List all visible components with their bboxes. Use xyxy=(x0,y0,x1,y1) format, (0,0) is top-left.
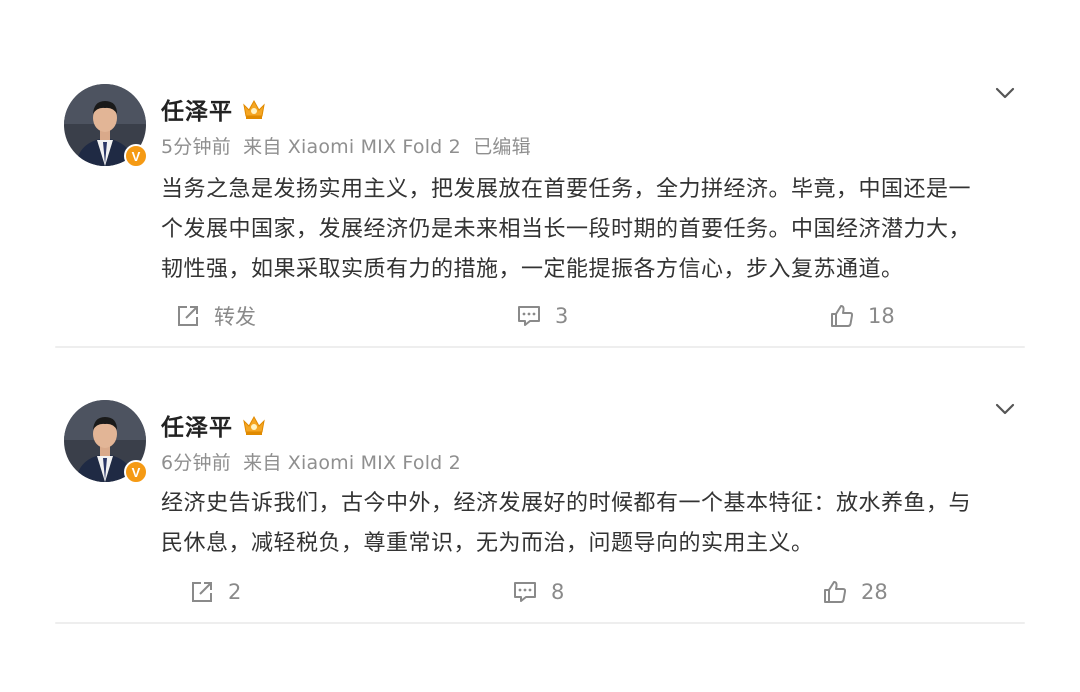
post-meta: 5分钟前 来自 Xiaomi MIX Fold 2 已编辑 xyxy=(161,132,537,159)
repost-label: 转发 xyxy=(214,305,256,329)
post-divider xyxy=(55,346,1025,348)
post-divider xyxy=(55,622,1025,624)
edited-label[interactable]: 已编辑 xyxy=(473,136,531,158)
share-icon xyxy=(192,582,212,602)
action-bar: 2 8 28 xyxy=(0,574,1080,610)
post-text-line: 个发展中国家，发展经济仍是未来相当长一段时期的首要任务。中国经济潜力大， xyxy=(161,217,972,242)
author-row: 任泽平 xyxy=(161,92,267,126)
like-button[interactable]: 18 xyxy=(828,298,895,334)
post-text-line: 当务之急是发扬实用主义，把发展放在首要任务，全力拼经济。毕竟，中国还是一 xyxy=(161,177,972,202)
comment-button[interactable]: 3 xyxy=(515,298,568,334)
avatar[interactable]: V xyxy=(64,400,148,484)
author-row: 任泽平 xyxy=(161,408,267,442)
comment-icon xyxy=(518,306,540,326)
chevron-down-icon[interactable] xyxy=(992,80,1018,106)
thumbs-up-icon xyxy=(831,305,854,327)
post-text-line: 民休息，减轻税负，尊重常识，无为而治，问题导向的实用主义。 xyxy=(161,531,814,556)
like-button[interactable]: 28 xyxy=(821,574,888,610)
author-name[interactable]: 任泽平 xyxy=(161,408,233,442)
thumbs-up-icon xyxy=(824,581,847,603)
post-card: V 任泽平 6分钟前 来自 Xiaomi MIX Fold 2 经济史告诉我们，… xyxy=(0,388,1080,626)
post-card: V 任泽平 5分钟前 来自 Xiaomi MIX Fold 2 已编辑 当务之急… xyxy=(0,72,1080,350)
comment-count: 3 xyxy=(555,304,569,328)
like-count: 28 xyxy=(861,580,888,604)
chevron-down-icon[interactable] xyxy=(992,396,1018,422)
author-name[interactable]: 任泽平 xyxy=(161,92,233,126)
post-text-line: 经济史告诉我们，古今中外，经济发展好的时候都有一个基本特征：放水养鱼，与 xyxy=(161,491,972,516)
comment-button[interactable]: 8 xyxy=(511,574,564,610)
avatar[interactable]: V xyxy=(64,84,148,168)
verified-badge: V xyxy=(124,460,148,484)
repost-button[interactable]: 转发 xyxy=(174,298,256,334)
repost-count: 2 xyxy=(228,580,242,604)
share-icon xyxy=(178,306,198,326)
post-text-line: 韧性强，如果采取实质有力的措施，一定能提振各方信心，步入复苏通道。 xyxy=(161,257,904,282)
repost-button[interactable]: 2 xyxy=(188,574,241,610)
post-meta: 6分钟前 来自 Xiaomi MIX Fold 2 xyxy=(161,448,467,475)
post-source: 来自 Xiaomi MIX Fold 2 xyxy=(243,452,461,474)
post-time[interactable]: 6分钟前 xyxy=(161,452,231,474)
weibo-feed: V 任泽平 5分钟前 来自 Xiaomi MIX Fold 2 已编辑 当务之急… xyxy=(0,0,1080,692)
crown-icon[interactable] xyxy=(241,413,267,437)
post-text: 当务之急是发扬实用主义，把发展放在首要任务，全力拼经济。毕竟，中国还是一 个发展… xyxy=(161,170,1021,290)
crown-icon[interactable] xyxy=(241,97,267,121)
post-source: 来自 Xiaomi MIX Fold 2 xyxy=(243,136,461,158)
verified-badge: V xyxy=(124,144,148,168)
post-text: 经济史告诉我们，古今中外，经济发展好的时候都有一个基本特征：放水养鱼，与 民休息… xyxy=(161,484,1021,564)
comment-count: 8 xyxy=(551,580,565,604)
like-count: 18 xyxy=(868,304,895,328)
action-bar: 转发 3 18 xyxy=(0,298,1080,334)
post-time[interactable]: 5分钟前 xyxy=(161,136,231,158)
comment-icon xyxy=(514,582,536,602)
